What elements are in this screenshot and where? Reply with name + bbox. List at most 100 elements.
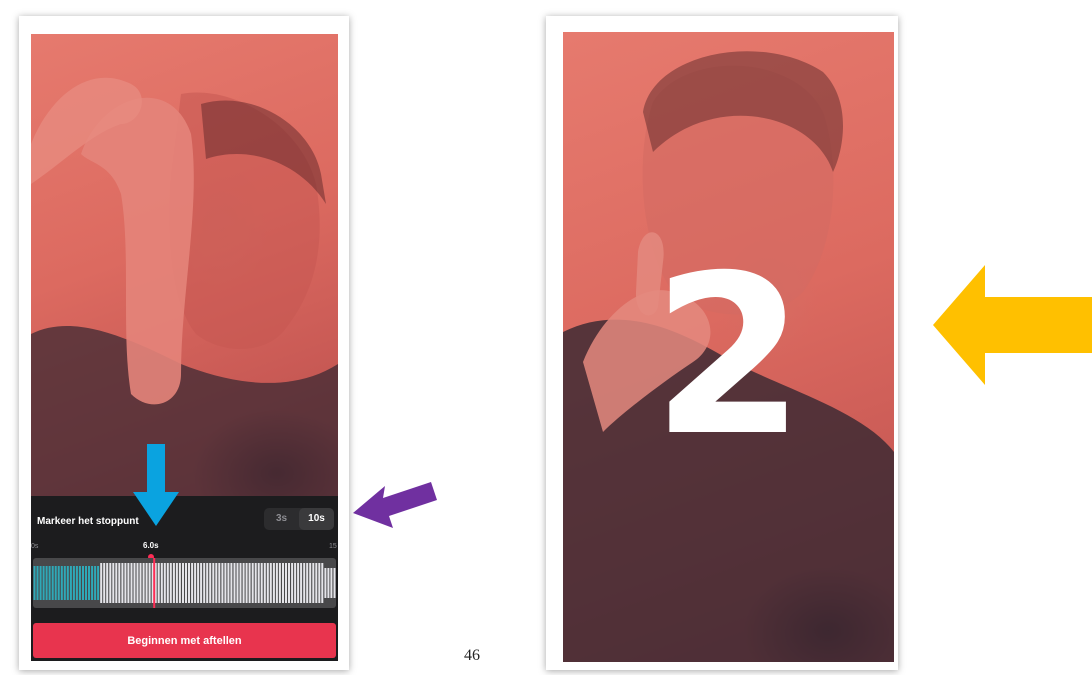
waveform-bar bbox=[321, 563, 324, 603]
right-phone-screen: 2 bbox=[563, 32, 894, 662]
waveform-bar bbox=[163, 563, 166, 603]
waveform-bar bbox=[282, 563, 284, 603]
waveform-bar bbox=[285, 563, 287, 603]
timeline-current-label: 6.0s bbox=[143, 541, 159, 550]
waveform-bar bbox=[288, 563, 290, 603]
waveform-bar bbox=[106, 563, 109, 603]
waveform-bar bbox=[254, 563, 257, 603]
waveform-bar bbox=[327, 568, 330, 598]
waveform-bar bbox=[127, 563, 130, 603]
purple-left-arrow-icon bbox=[353, 482, 437, 528]
waveform-bar bbox=[172, 563, 175, 603]
waveform-bar bbox=[236, 563, 239, 603]
waveform-bar bbox=[291, 563, 294, 603]
waveform-bar bbox=[121, 563, 124, 603]
waveform-bar bbox=[100, 563, 103, 603]
duration-selector: 3s 10s bbox=[264, 508, 334, 530]
waveform-bar bbox=[309, 563, 312, 603]
waveform-bar bbox=[272, 563, 275, 603]
waveform-bar bbox=[212, 563, 215, 603]
waveform-bar bbox=[133, 563, 136, 603]
waveform-bar bbox=[85, 566, 87, 600]
waveform-bar bbox=[72, 566, 75, 600]
waveform-bar bbox=[215, 563, 218, 603]
audio-waveform-scrubber[interactable] bbox=[33, 558, 336, 608]
waveform-bar bbox=[221, 563, 224, 603]
waveform-bar bbox=[175, 563, 178, 603]
countdown-number: 2 bbox=[651, 228, 806, 484]
waveform-bar bbox=[330, 568, 333, 598]
waveform-bar bbox=[315, 563, 318, 603]
start-countdown-button[interactable]: Beginnen met aftellen bbox=[33, 623, 336, 658]
waveform-bar bbox=[185, 563, 187, 603]
duration-option-3s[interactable]: 3s bbox=[264, 508, 299, 530]
waveform-bar bbox=[227, 563, 230, 603]
waveform-bar bbox=[206, 563, 209, 603]
waveform-bar bbox=[54, 566, 57, 600]
waveform-bar bbox=[145, 563, 148, 603]
waveform-bar bbox=[166, 563, 169, 603]
waveform-bar bbox=[33, 566, 36, 600]
waveform-bar bbox=[263, 563, 266, 603]
timeline-end-label: 15 bbox=[329, 543, 337, 550]
waveform-bar bbox=[112, 563, 115, 603]
playhead-line bbox=[153, 558, 156, 608]
waveform-bar bbox=[239, 563, 242, 603]
waveform-bar bbox=[266, 563, 269, 603]
page-number: 46 bbox=[464, 647, 480, 664]
waveform-bar bbox=[224, 563, 227, 603]
waveform-bar bbox=[209, 563, 212, 603]
waveform-bar bbox=[278, 563, 281, 603]
waveform-bar bbox=[269, 563, 272, 603]
waveform-bar bbox=[242, 563, 245, 603]
waveform-bar bbox=[203, 563, 206, 603]
waveform-bar bbox=[230, 563, 233, 603]
stop-point-sheet: Markeer het stoppunt 3s 10s 0s 6.0s 15 B… bbox=[31, 496, 338, 661]
waveform-bar bbox=[251, 563, 254, 603]
waveform-bar bbox=[248, 563, 251, 603]
waveform-bar bbox=[157, 563, 160, 603]
waveform-bar bbox=[97, 566, 100, 600]
waveform-bar bbox=[275, 563, 278, 603]
waveform-bar bbox=[94, 566, 97, 600]
waveform-bar bbox=[142, 563, 145, 603]
waveform-bar bbox=[103, 563, 106, 603]
waveform-bar bbox=[260, 563, 263, 603]
waveform-bar bbox=[197, 563, 200, 603]
duration-option-10s[interactable]: 10s bbox=[299, 508, 334, 530]
waveform-bar bbox=[324, 568, 327, 598]
waveform-bar bbox=[306, 563, 309, 603]
waveform-bar bbox=[194, 563, 197, 603]
waveform-bar bbox=[148, 563, 151, 603]
waveform-bar bbox=[57, 566, 60, 600]
waveform-bar bbox=[82, 566, 84, 600]
waveform-bar bbox=[333, 568, 336, 598]
waveform-bar bbox=[294, 563, 297, 603]
waveform-bar bbox=[136, 563, 139, 603]
waveform-bar bbox=[218, 563, 221, 603]
waveform-bar bbox=[69, 566, 72, 600]
blue-down-arrow-icon bbox=[133, 444, 179, 526]
waveform-bar bbox=[169, 563, 172, 603]
waveform-bar bbox=[300, 563, 303, 603]
waveform-bar bbox=[36, 566, 39, 600]
waveform-bar bbox=[91, 566, 94, 600]
waveform-bar bbox=[257, 563, 260, 603]
waveform-bar bbox=[200, 563, 203, 603]
left-phone-screen: Markeer het stoppunt 3s 10s 0s 6.0s 15 B… bbox=[31, 34, 338, 661]
waveform-bar bbox=[75, 566, 78, 600]
orange-left-arrow-icon bbox=[933, 265, 1092, 385]
waveform-bar bbox=[78, 566, 81, 600]
waveform-bar bbox=[312, 563, 315, 603]
waveform-bar bbox=[178, 563, 181, 603]
waveform-bar bbox=[297, 563, 300, 603]
waveform-bar bbox=[182, 563, 184, 603]
waveform-bar bbox=[303, 563, 306, 603]
waveform-bar bbox=[63, 566, 66, 600]
timeline-start-label: 0s bbox=[31, 543, 39, 550]
waveform-bar bbox=[118, 563, 121, 603]
camera-preview bbox=[31, 34, 338, 496]
waveform-bar bbox=[115, 563, 118, 603]
waveform-bar bbox=[188, 563, 190, 603]
waveform-bar bbox=[88, 566, 90, 600]
